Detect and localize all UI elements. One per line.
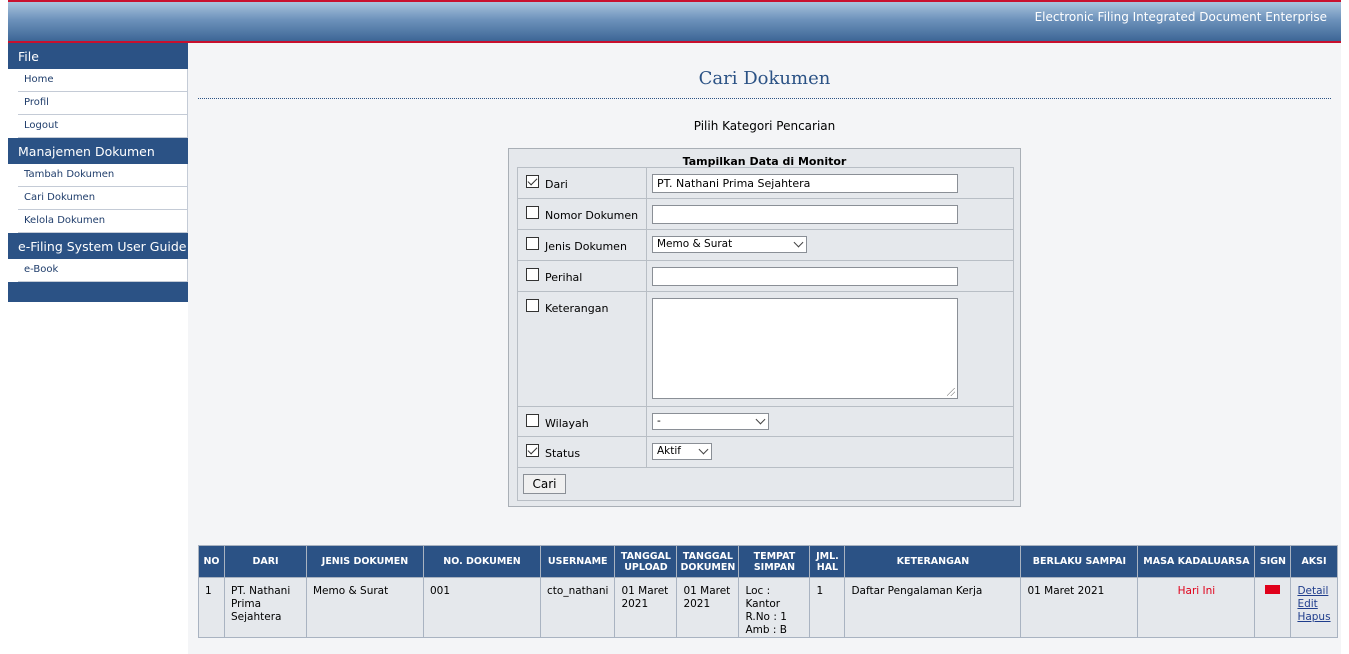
row-wilayah: Wilayah - (517, 406, 1014, 436)
cell-masa-kadaluarsa: Hari Ini (1137, 577, 1256, 638)
cell-sign (1254, 577, 1292, 638)
col-no[interactable]: NO (198, 545, 225, 578)
label-keterangan: Keterangan (545, 302, 609, 315)
label-wilayah: Wilayah (545, 417, 589, 430)
cell-no-dokumen: 001 (423, 577, 541, 638)
col-no-dokumen[interactable]: NO. DOKUMEN (423, 545, 541, 578)
col-jenis-dokumen[interactable]: JENIS DOKUMEN (306, 545, 424, 578)
edit-link[interactable]: Edit (1297, 598, 1330, 611)
checkbox-status[interactable] (526, 444, 539, 457)
cell-tempat-simpan: Loc : Kantor R.No : 1 Amb : B (738, 577, 811, 638)
row-keterangan: Keterangan (517, 291, 1014, 406)
cell-no: 1 (198, 577, 225, 638)
sidebar-item-profil[interactable]: Profil (18, 92, 188, 115)
chevron-down-icon (755, 414, 766, 425)
sidebar: File Home Profil Logout Manajemen Dokume… (8, 43, 188, 302)
page-title: Cari Dokumen (698, 68, 831, 89)
cell-aksi: Detail Edit Hapus (1290, 577, 1338, 638)
row-jenis-dokumen: Jenis Dokumen Memo & Surat (517, 229, 1014, 260)
nomor-dokumen-input[interactable] (652, 205, 958, 224)
sidebar-footer (8, 282, 188, 302)
row-submit (517, 467, 1014, 501)
col-tempat-simpan[interactable]: TEMPAT SIMPAN (738, 545, 811, 578)
table-row: 1 PT. Nathani Prima Sejahtera Memo & Surat… (198, 577, 1338, 638)
cell-keterangan: Daftar Pengalaman Kerja (844, 577, 1022, 638)
detail-link[interactable]: Detail (1297, 585, 1330, 598)
results-table: NO DARI JENIS DOKUMEN NO. DOKUMEN USERNA… (198, 545, 1338, 638)
sidebar-item-kelola-dokumen[interactable]: Kelola Dokumen (18, 210, 188, 233)
sign-flag-icon (1265, 585, 1281, 594)
wilayah-selected: - (657, 415, 661, 427)
checkbox-perihal[interactable] (526, 268, 539, 281)
sidebar-section-manajemen-dokumen: Manajemen Dokumen (8, 138, 188, 164)
keterangan-textarea[interactable] (652, 298, 958, 399)
perihal-input[interactable] (652, 267, 958, 286)
jenis-dokumen-select[interactable]: Memo & Surat (652, 236, 807, 253)
status-selected: Aktif (657, 445, 681, 457)
sidebar-item-tambah-dokumen[interactable]: Tambah Dokumen (18, 164, 188, 187)
sidebar-item-home[interactable]: Home (18, 69, 188, 92)
cell-jml-hal: 1 (809, 577, 846, 638)
label-jenis-dokumen: Jenis Dokumen (545, 240, 627, 253)
sidebar-item-logout[interactable]: Logout (18, 115, 188, 138)
cell-username: cto_nathani (539, 577, 616, 638)
checkbox-wilayah[interactable] (526, 414, 539, 427)
status-select[interactable]: Aktif (652, 443, 712, 460)
dari-input[interactable] (652, 174, 958, 193)
search-form: Tampilkan Data di Monitor Dari Nomor Dok… (508, 148, 1021, 507)
title-divider (198, 98, 1331, 99)
col-masa-kadaluarsa[interactable]: MASA KADALUARSA (1137, 545, 1256, 578)
table-header-row: NO DARI JENIS DOKUMEN NO. DOKUMEN USERNA… (198, 545, 1338, 578)
app-title: Electronic Filing Integrated Document En… (1034, 10, 1327, 24)
col-tanggal-upload[interactable]: TANGGAL UPLOAD (614, 545, 678, 578)
sidebar-section-file: File (8, 43, 188, 69)
sidebar-item-ebook[interactable]: e-Book (18, 259, 188, 282)
col-username[interactable]: USERNAME (539, 545, 616, 578)
cell-berlaku-sampai: 01 Maret 2021 (1020, 577, 1139, 638)
chevron-down-icon (793, 237, 804, 248)
cell-tanggal-dokumen: 01 Maret 2021 (676, 577, 740, 638)
row-nomor-dokumen: Nomor Dokumen (517, 198, 1014, 229)
checkbox-nomor-dokumen[interactable] (526, 206, 539, 219)
resize-grip-icon[interactable] (947, 388, 955, 396)
label-status: Status (545, 447, 581, 460)
app-header: Electronic Filing Integrated Document En… (8, 0, 1341, 43)
row-perihal: Perihal (517, 260, 1014, 291)
jenis-dokumen-selected: Memo & Surat (657, 238, 733, 250)
col-sign[interactable]: SIGN (1254, 545, 1292, 578)
checkbox-keterangan[interactable] (526, 299, 539, 312)
chevron-down-icon (698, 444, 709, 455)
label-nomor-dokumen: Nomor Dokumen (545, 209, 639, 222)
sidebar-section-user-guide: e-Filing System User Guide (8, 233, 188, 259)
col-keterangan[interactable]: KETERANGAN (844, 545, 1022, 578)
wilayah-select[interactable]: - (652, 413, 769, 430)
col-tanggal-dokumen[interactable]: TANGGAL DOKUMEN (676, 545, 740, 578)
col-jml-hal[interactable]: JML. HAL (809, 545, 846, 578)
search-category-label: Pilih Kategori Pencarian (693, 119, 836, 133)
cari-button[interactable]: Cari (523, 474, 566, 494)
row-status: Status Aktif (517, 436, 1014, 467)
cell-jenis-dokumen: Memo & Surat (306, 577, 424, 638)
cell-tanggal-upload: 01 Maret 2021 (614, 577, 678, 638)
label-perihal: Perihal (545, 271, 583, 284)
row-dari: Dari (517, 167, 1014, 198)
col-dari[interactable]: DARI (224, 545, 307, 578)
cell-dari: PT. Nathani Prima Sejahtera (224, 577, 307, 638)
label-dari: Dari (545, 178, 568, 191)
hapus-link[interactable]: Hapus (1297, 611, 1330, 624)
col-berlaku-sampai[interactable]: BERLAKU SAMPAI (1020, 545, 1139, 578)
sidebar-item-cari-dokumen[interactable]: Cari Dokumen (18, 187, 188, 210)
checkbox-jenis-dokumen[interactable] (526, 237, 539, 250)
col-aksi[interactable]: AKSI (1290, 545, 1338, 578)
checkbox-dari[interactable] (526, 175, 539, 188)
